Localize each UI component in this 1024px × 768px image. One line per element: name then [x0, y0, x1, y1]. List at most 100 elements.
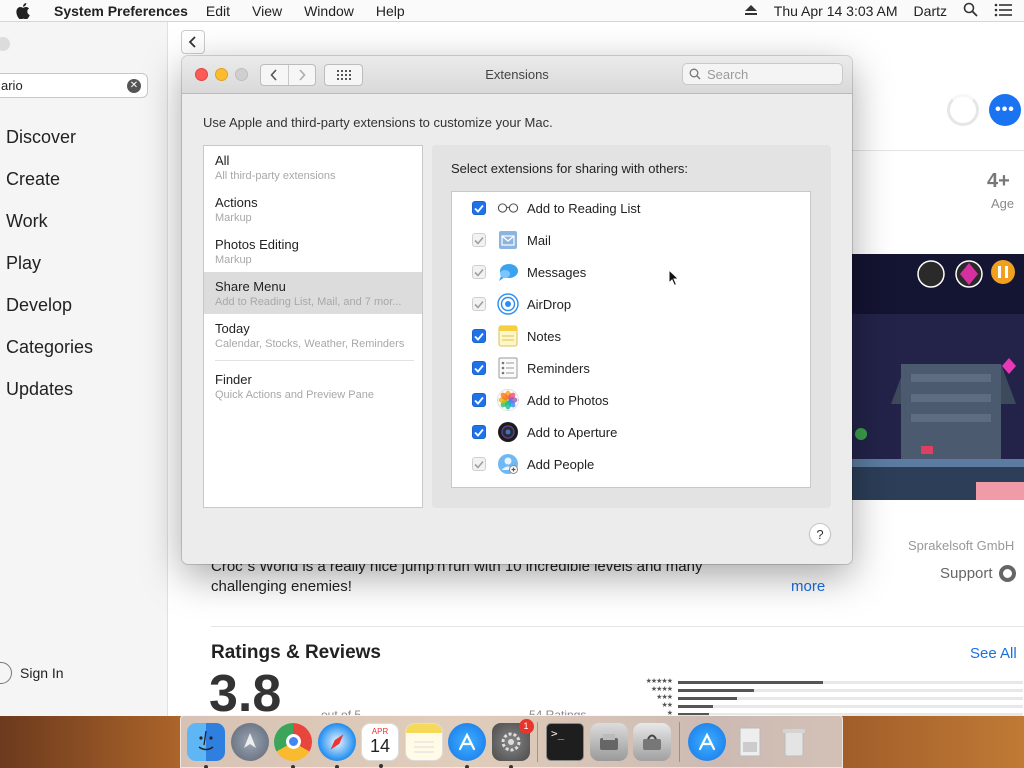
app-store-downloads-icon[interactable] [687, 722, 726, 761]
finder-icon[interactable] [187, 722, 225, 768]
menu-bar: System Preferences Edit View Window Help… [0, 0, 1024, 22]
account-icon [0, 662, 12, 684]
star-label-4: ★★★★ [650, 686, 673, 693]
menu-window[interactable]: Window [304, 3, 354, 19]
apple-menu-icon[interactable] [16, 2, 42, 19]
menu-edit[interactable]: Edit [206, 3, 230, 19]
star-bar-3 [678, 696, 737, 700]
window-titlebar[interactable]: Extensions [182, 56, 852, 94]
menubar-clock[interactable]: Thu Apr 14 3:03 AM [774, 3, 898, 19]
app-menu[interactable]: System Preferences [54, 3, 188, 19]
trash-icon[interactable] [775, 723, 813, 761]
nav-discover[interactable]: Discover [6, 127, 93, 169]
extension-row-reminders[interactable]: Reminders [452, 352, 810, 384]
menu-help[interactable]: Help [376, 3, 405, 19]
sign-in-label: Sign In [20, 665, 64, 681]
star-bar-5 [678, 680, 823, 684]
category-title: Share Menu [215, 279, 286, 294]
nav-updates[interactable]: Updates [6, 379, 93, 421]
extension-label: Add to Reading List [527, 200, 641, 216]
star-label-5: ★★★★★ [645, 678, 673, 685]
system-preferences-icon[interactable]: 1 [491, 718, 534, 768]
safari-icon[interactable] [317, 722, 356, 768]
search-icon [689, 68, 701, 80]
category-all[interactable]: All All third-party extensions [204, 146, 422, 188]
extension-row-messages[interactable]: Messages [452, 256, 810, 288]
extension-checkbox[interactable] [472, 425, 486, 439]
running-indicator [291, 764, 295, 768]
running-indicator [379, 763, 383, 768]
category-photos-editing[interactable]: Photos Editing Markup [204, 230, 422, 272]
preferences-search[interactable] [682, 63, 843, 85]
extension-list: Add to Reading List Mail Messages AirDro… [451, 191, 811, 488]
help-button[interactable]: ? [809, 523, 831, 545]
extension-row-notes[interactable]: Notes [452, 320, 810, 352]
chrome-icon[interactable] [274, 722, 312, 768]
nav-play[interactable]: Play [6, 253, 93, 295]
extension-row-add-people[interactable]: Add People [452, 448, 810, 480]
category-title: Today [215, 321, 250, 336]
calendar-day: 14 [369, 736, 391, 756]
notification-center-icon[interactable] [994, 3, 1012, 20]
documents-icon[interactable] [731, 723, 769, 761]
clear-search-icon[interactable]: ✕ [127, 79, 141, 93]
extension-row-add-to-photos[interactable]: Add to Photos [452, 384, 810, 416]
lifebuoy-icon [998, 565, 1016, 582]
extension-checkbox[interactable] [472, 329, 486, 343]
calendar-month: APR [371, 727, 389, 736]
more-options-button[interactable]: ••• [989, 94, 1021, 126]
more-link[interactable]: more [791, 578, 825, 595]
extension-label: Add to Aperture [527, 424, 618, 440]
app-store-sidebar: ario ✕ Discover Create Work Play Develop… [0, 22, 168, 716]
store-search-input[interactable]: ario ✕ [0, 73, 148, 98]
nav-create[interactable]: Create [6, 169, 93, 211]
extension-checkbox[interactable] [472, 201, 486, 215]
chevron-left-icon [188, 36, 196, 48]
developer-name[interactable]: Sprakelsoft GmbH [908, 538, 1014, 553]
extension-checkbox[interactable] [472, 361, 486, 375]
extension-label: AirDrop [527, 296, 572, 312]
search-input[interactable] [707, 66, 827, 82]
extension-label: Messages [527, 264, 587, 280]
reminders-icon [497, 357, 519, 379]
extension-row-mail[interactable]: Mail [452, 224, 810, 256]
calendar-icon[interactable]: APR 14 [361, 722, 399, 768]
game-screenshot[interactable] [851, 254, 1024, 500]
category-subtitle: Add to Reading List, Mail, and 7 mor... [215, 296, 402, 308]
disk-utility-icon[interactable] [589, 722, 628, 761]
extension-checkbox[interactable] [472, 393, 486, 407]
app-store-icon[interactable] [448, 722, 486, 768]
extension-row-airdrop[interactable]: AirDrop [452, 288, 810, 320]
system-info-icon[interactable] [633, 722, 671, 761]
menubar-user[interactable]: Dartz [914, 3, 947, 19]
nav-categories[interactable]: Categories [6, 337, 93, 379]
panel-heading: Select extensions for sharing with other… [451, 161, 689, 176]
star-bar-4 [678, 688, 754, 692]
terminal-icon[interactable]: >_ [546, 722, 584, 761]
category-today[interactable]: Today Calendar, Stocks, Weather, Reminde… [204, 314, 422, 356]
back-button[interactable] [181, 30, 205, 54]
extension-row-add-to-aperture[interactable]: Add to Aperture [452, 416, 810, 448]
glasses-icon [497, 197, 519, 219]
notes-icon[interactable] [404, 722, 443, 761]
category-finder[interactable]: Finder Quick Actions and Preview Pane [204, 365, 422, 407]
photos-icon [497, 389, 519, 411]
extension-row-add-to-reading-list[interactable]: Add to Reading List [452, 192, 810, 224]
category-actions[interactable]: Actions Markup [204, 188, 422, 230]
star-bar-2 [678, 704, 713, 708]
eject-icon[interactable] [744, 3, 758, 19]
running-indicator [465, 764, 469, 768]
launchpad-icon[interactable] [230, 722, 269, 761]
sign-in-button[interactable]: Sign In [0, 662, 64, 684]
mouse-pointer-icon [668, 268, 680, 290]
menu-view[interactable]: View [252, 3, 282, 19]
support-link[interactable]: Support [940, 565, 1016, 582]
see-all-link[interactable]: See All [970, 645, 1017, 662]
nav-work[interactable]: Work [6, 211, 93, 253]
category-share-menu[interactable]: Share Menu Add to Reading List, Mail, an… [204, 272, 422, 314]
extension-category-list: All All third-party extensions Actions M… [203, 145, 423, 508]
star-row-5: ★★★★★ [624, 678, 1023, 686]
spotlight-icon[interactable] [963, 2, 978, 20]
age-rating-label: Age [991, 196, 1015, 211]
nav-develop[interactable]: Develop [6, 295, 93, 337]
